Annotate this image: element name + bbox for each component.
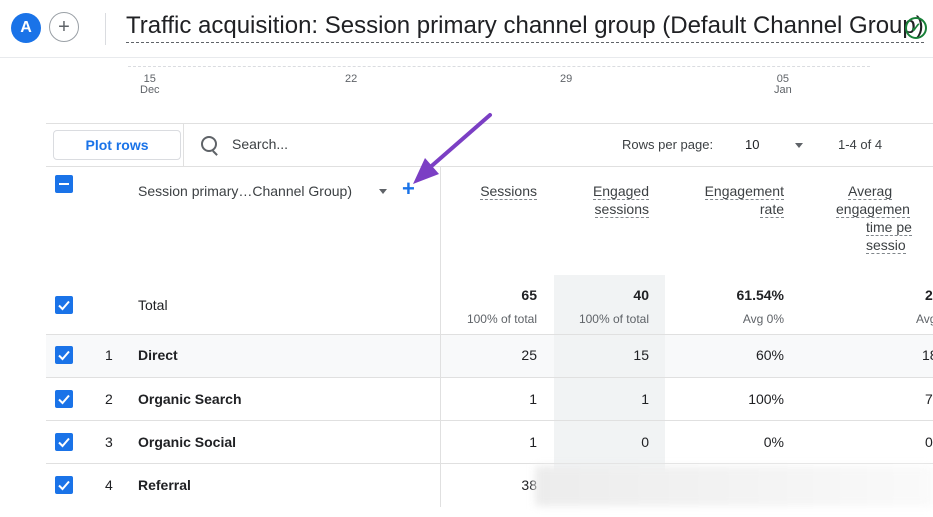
total-avg-engagement-time: 26 [925, 287, 933, 303]
row-hover-background [46, 335, 933, 378]
search-input[interactable] [232, 133, 432, 155]
engagement-rate-value: 0% [763, 434, 784, 450]
row-checkbox[interactable] [55, 390, 73, 408]
total-engagement-rate-sub: Avg 0% [742, 312, 784, 326]
avg-engagement-time-value: 18 [922, 347, 933, 363]
channel-name: Organic Social [138, 434, 237, 450]
account-avatar[interactable]: A [11, 13, 41, 43]
row-divider [46, 463, 933, 464]
header-divider [105, 13, 106, 45]
check-circle-icon[interactable]: ✓ [905, 17, 927, 39]
column-divider [440, 167, 441, 507]
annotation-arrow-icon [413, 113, 492, 184]
row-index: 2 [105, 391, 113, 407]
axis-tick-label: 15 Dec [140, 73, 160, 96]
sessions-value: 25 [521, 347, 537, 363]
total-sessions-sub: 100% of total [466, 312, 537, 326]
row-divider [46, 377, 933, 378]
channel-name: Direct [138, 347, 178, 363]
channel-name: Referral [138, 477, 191, 493]
column-header-avg-engagement-time[interactable]: Averag engagemen time pe sessio [836, 182, 933, 254]
row-divider [46, 420, 933, 421]
sessions-value: 1 [529, 391, 537, 407]
row-index: 1 [105, 347, 113, 363]
total-engaged-sessions-sub: 100% of total [578, 312, 649, 326]
header-separator [0, 57, 933, 58]
search-icon [201, 136, 217, 152]
blurred-overlay [535, 466, 933, 506]
rows-per-page-label: Rows per page: [622, 137, 714, 152]
avg-engagement-time-value: 0 [925, 434, 933, 450]
dimension-column-header[interactable]: Session primary…Channel Group) [138, 183, 352, 199]
column-header-engaged-sessions[interactable]: Engaged sessions [592, 182, 649, 218]
sessions-value: 1 [529, 434, 537, 450]
toolbar-divider [183, 124, 184, 166]
engagement-rate-value: 60% [755, 347, 784, 363]
avg-engagement-time-value: 7 [925, 391, 933, 407]
chevron-down-icon[interactable] [379, 189, 387, 194]
page-title: Traffic acquisition: Session primary cha… [126, 11, 924, 43]
axis-tick-label: 05 Jan [774, 73, 792, 96]
total-avg-engagement-time-sub: Avg 0 [916, 312, 933, 326]
plot-rows-button[interactable]: Plot rows [53, 130, 181, 160]
row-divider [46, 334, 933, 335]
chart-axis-line [128, 66, 870, 67]
row-checkbox[interactable] [55, 433, 73, 451]
total-row-checkbox[interactable] [55, 296, 73, 314]
pagination-range: 1-4 of 4 [838, 137, 883, 152]
axis-tick-label: 29 [560, 73, 573, 85]
column-header-engagement-rate[interactable]: Engagement rate [704, 182, 784, 218]
rows-per-page-select[interactable]: 10 [745, 137, 759, 152]
row-index: 3 [105, 434, 113, 450]
total-label: Total [138, 297, 168, 313]
chevron-down-icon[interactable] [795, 143, 803, 148]
engaged-sessions-value: 0 [641, 434, 649, 450]
engaged-sessions-value: 1 [641, 391, 649, 407]
row-index: 4 [105, 477, 113, 493]
axis-tick-label: 22 [345, 73, 358, 85]
total-engagement-rate: 61.54% [736, 287, 784, 303]
row-checkbox[interactable] [55, 346, 73, 364]
add-comparison-button[interactable]: + [49, 12, 79, 42]
engagement-rate-value: 100% [748, 391, 784, 407]
engaged-sessions-value: 15 [633, 347, 649, 363]
row-checkbox[interactable] [55, 476, 73, 494]
select-all-checkbox[interactable] [55, 175, 73, 193]
total-sessions: 65 [521, 287, 537, 303]
total-engaged-sessions: 40 [633, 287, 649, 303]
channel-name: Organic Search [138, 391, 242, 407]
